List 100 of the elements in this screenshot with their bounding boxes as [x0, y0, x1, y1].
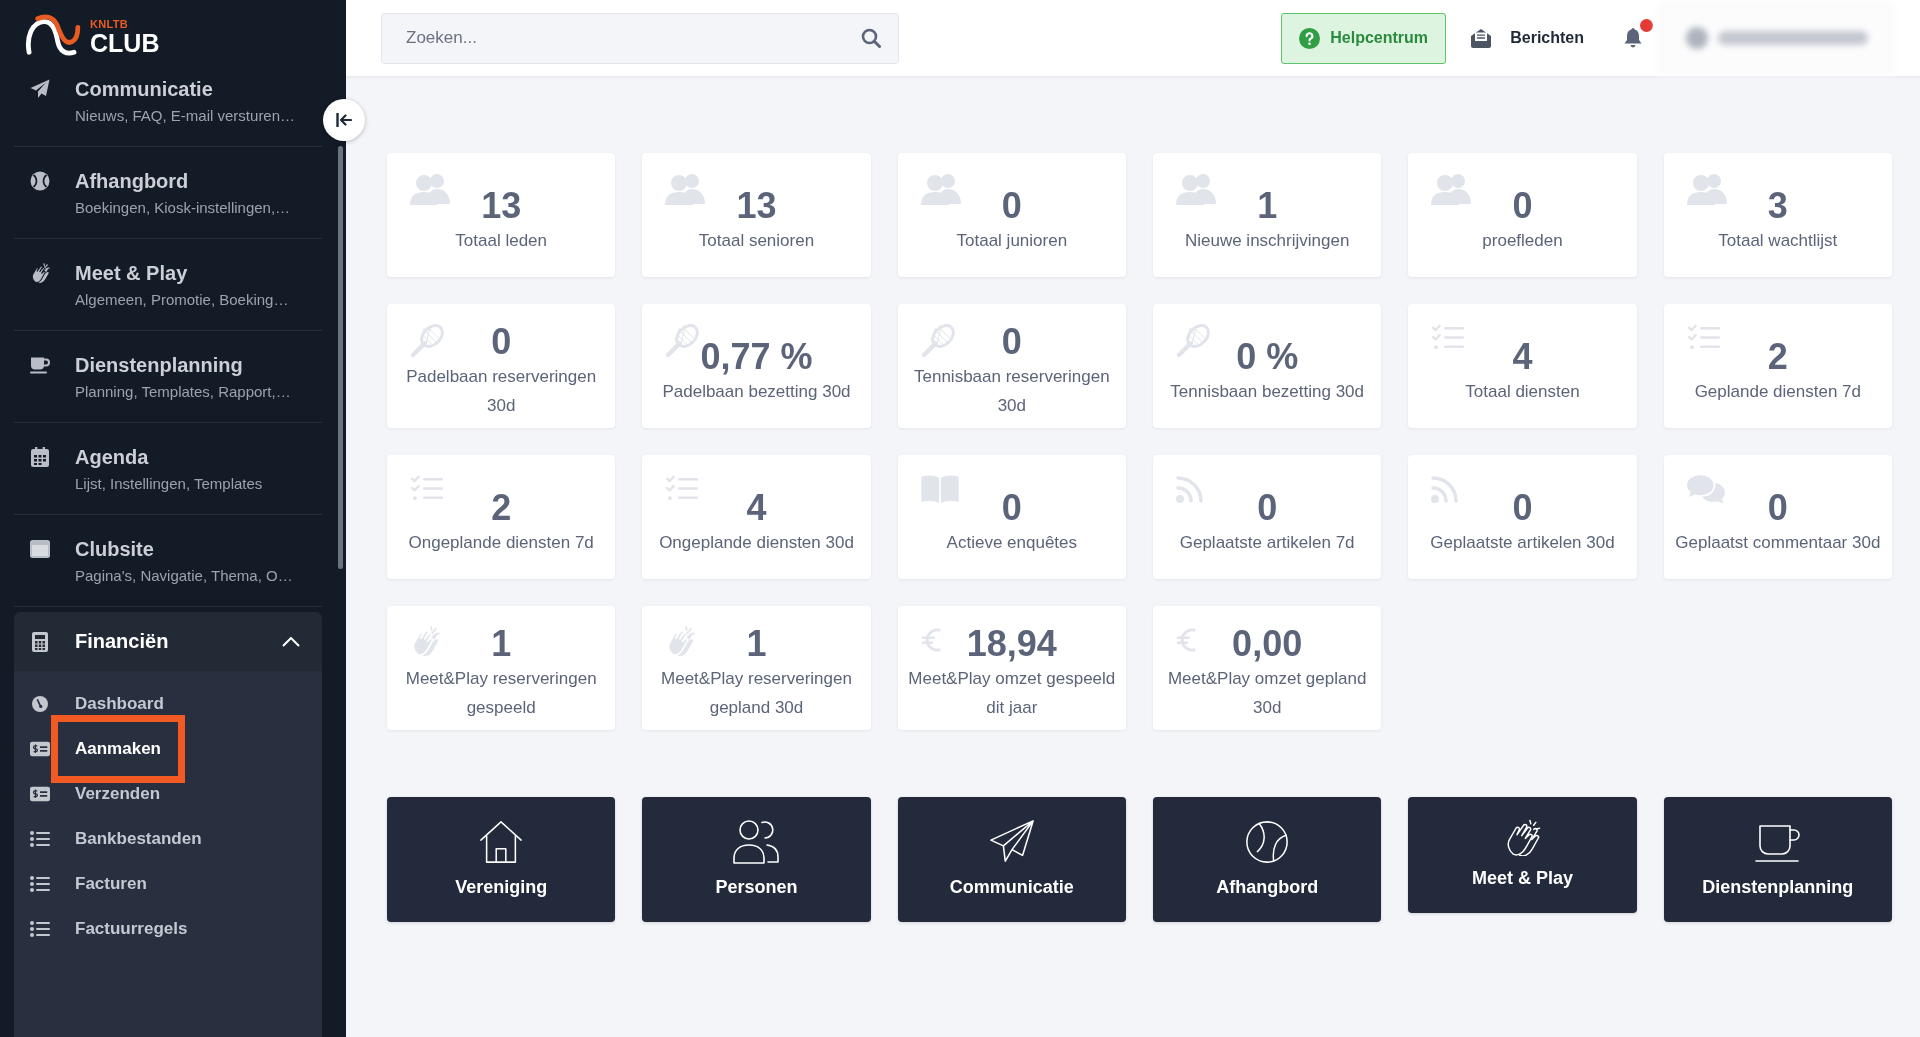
- tennis-racket-icon: [410, 324, 444, 358]
- menu-item-description: Pagina's, Navigatie, Thema, O…: [75, 566, 293, 586]
- menu-item-title[interactable]: Communicatie: [75, 76, 213, 102]
- users-icon: [732, 819, 781, 865]
- help-center-button[interactable]: Helpcentrum: [1281, 12, 1447, 64]
- stat-value: 0: [1512, 487, 1533, 528]
- submenu-item[interactable]: Factuurregels: [75, 918, 188, 939]
- stat-label: Meet&Play omzet gespeeld dit jaar: [907, 668, 1117, 719]
- calendar-icon: [30, 447, 50, 467]
- money-card-icon: [30, 740, 50, 757]
- messages-link[interactable]: Berichten: [1470, 28, 1584, 48]
- question-circle-icon: [1299, 27, 1321, 49]
- open-book-icon: [920, 475, 959, 503]
- tennis-ball-icon: [30, 171, 50, 191]
- stat-label: Tennisbaan bezetting 30d: [1170, 380, 1365, 403]
- swoosh-logo-icon: [24, 13, 82, 57]
- paper-plane-icon: [30, 79, 50, 99]
- shortcut-tile[interactable]: Meet & Play: [1408, 797, 1637, 913]
- stat-label: Ongeplande diensten 7d: [408, 531, 594, 554]
- stat-value: 0: [1001, 487, 1022, 528]
- stat-value: 0: [491, 322, 512, 362]
- open-envelope-icon: [1470, 28, 1493, 48]
- shortcut-tile[interactable]: Vereniging: [387, 797, 616, 922]
- menu-item-title[interactable]: Clubsite: [75, 536, 154, 562]
- tennis-racket-icon: [665, 324, 700, 358]
- arrow-to-bar-icon: [336, 113, 352, 127]
- euro-icon: [920, 626, 943, 654]
- browser-window-icon: [30, 539, 50, 559]
- stat-label: Padelbaan reserveringen 30d: [405, 366, 598, 417]
- submenu-item[interactable]: Facturen: [75, 873, 147, 894]
- users-icon: [920, 173, 961, 205]
- checklist-icon: [1431, 324, 1466, 350]
- stat-value: 1: [491, 624, 512, 664]
- stat-value: 2: [1767, 336, 1788, 377]
- paper-plane-icon: [987, 819, 1036, 865]
- rss-feed-icon: [1176, 475, 1204, 503]
- stat-label: Geplaatste artikelen 7d: [1179, 531, 1355, 554]
- stat-label: Totaal senioren: [698, 229, 815, 252]
- submenu-item[interactable]: Aanmaken: [51, 714, 185, 783]
- stat-label: Nieuwe inschrijvingen: [1184, 229, 1350, 252]
- rss-feed-icon: [1431, 475, 1460, 503]
- stat-label: Totaal diensten: [1465, 380, 1580, 403]
- shortcut-tile[interactable]: Dienstenplanning: [1663, 797, 1892, 922]
- stat-value: 4: [1512, 336, 1533, 377]
- stat-label: Meet&Play omzet gepland 30d: [1166, 668, 1368, 719]
- bell-icon[interactable]: [1624, 28, 1642, 48]
- stat-value: 2: [491, 487, 512, 528]
- logo-overline: KNLTB: [90, 18, 129, 30]
- list-icon: [30, 875, 50, 892]
- money-card-icon: [30, 785, 50, 802]
- stat-value: 0: [1512, 185, 1533, 226]
- users-icon: [1176, 173, 1216, 205]
- scrollbar[interactable]: [338, 146, 343, 569]
- shortcut-tile[interactable]: Afhangbord: [1153, 797, 1382, 922]
- stat-value: 0,00: [1232, 624, 1303, 664]
- menu-item-title[interactable]: Agenda: [75, 444, 149, 470]
- submenu-item[interactable]: Dashboard: [75, 693, 164, 714]
- stat-label: Meet&Play reserveringen gepland 30d: [660, 668, 853, 719]
- gauge-icon: [30, 695, 50, 712]
- stat-label: Geplande diensten 7d: [1694, 380, 1861, 403]
- search-field[interactable]: Zoeken...: [381, 12, 899, 64]
- submenu-item[interactable]: Verzenden: [75, 783, 161, 804]
- list-icon: [30, 920, 50, 937]
- collapse-sidebar-button[interactable]: [323, 99, 365, 141]
- stat-value: 0: [1001, 185, 1022, 226]
- clapping-hands-icon: [30, 263, 50, 283]
- menu-item-description: Nieuws, FAQ, E-mail versturen…: [75, 106, 296, 126]
- mug-icon: [30, 355, 50, 375]
- checklist-icon: [410, 475, 444, 501]
- stat-label: Meet&Play reserveringen gespeeld: [404, 668, 598, 719]
- checklist-icon: [665, 475, 700, 501]
- shortcut-tile[interactable]: Communicatie: [897, 797, 1126, 922]
- users-icon: [410, 173, 450, 205]
- menu-item-title[interactable]: Afhangbord: [75, 168, 189, 194]
- stat-value: 0,77 %: [700, 336, 813, 377]
- menu-item-title[interactable]: Dienstenplanning: [75, 352, 243, 378]
- stat-value: 18,94: [966, 624, 1057, 664]
- stat-label: Geplaatst commentaar 30d: [1675, 531, 1881, 554]
- submenu-item[interactable]: Bankbestanden: [75, 828, 202, 849]
- stat-label: Totaal wachtlijst: [1718, 229, 1838, 252]
- menu-item-description: Algemeen, Promotie, Boeking…: [75, 290, 289, 310]
- checklist-icon: [1686, 324, 1721, 350]
- stat-value: 4: [746, 487, 767, 528]
- stat-label: Totaal leden: [455, 229, 547, 252]
- tennis-racket-icon: [920, 324, 955, 358]
- stat-label: Actieve enquêtes: [946, 531, 1078, 554]
- stat-label: Totaal junioren: [956, 229, 1068, 252]
- search-icon[interactable]: [861, 27, 881, 48]
- stat-value: 0 %: [1236, 336, 1299, 377]
- shortcut-tile[interactable]: Personen: [642, 797, 871, 922]
- stat-label: Padelbaan bezetting 30d: [662, 380, 851, 403]
- stat-label: Ongeplande diensten 30d: [659, 531, 854, 554]
- menu-item-description: Lijst, Instellingen, Templates: [75, 474, 263, 494]
- menu-item-title[interactable]: Meet & Play: [75, 260, 188, 286]
- speech-bubbles-icon: [1686, 475, 1725, 504]
- stat-label: Tennisbaan reserveringen 30d: [913, 366, 1111, 417]
- stat-value: 13: [736, 185, 777, 226]
- clapping-hands-icon: [1504, 819, 1541, 856]
- menu-group-header[interactable]: Financiën: [14, 612, 322, 671]
- calculator-icon: [30, 631, 50, 652]
